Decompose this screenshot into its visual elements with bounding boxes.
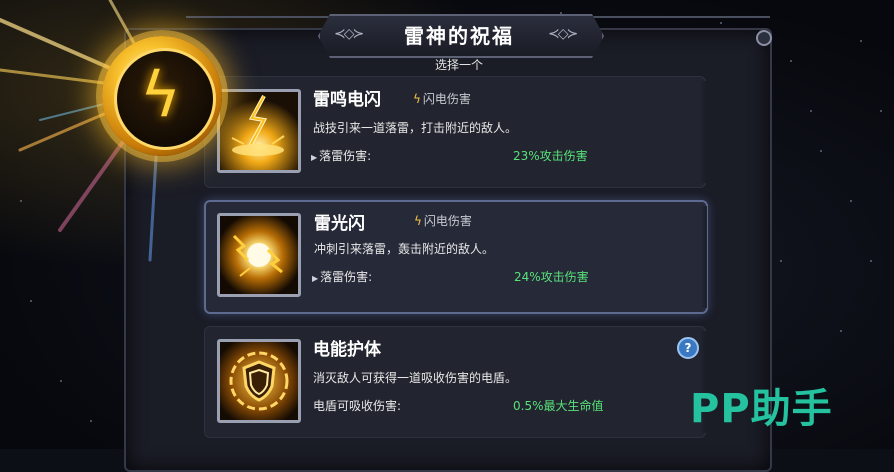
star [790, 60, 792, 62]
corner-gem-icon [756, 30, 772, 46]
panel-subtitle: 选择一个 [434, 58, 483, 72]
stat-value: 0.5%最大生命值 [513, 399, 604, 413]
triangle-icon: ▶ [311, 153, 318, 162]
star [870, 260, 872, 262]
stat-value: 24%攻击伤害 [514, 270, 589, 284]
blessing-card-2[interactable]: 雷光闪 ϟ 闪电伤害 冲刺引来落雷，轰击附近的敌人。 ▶ 落雷伤害: 24%攻击伤害 [204, 200, 708, 314]
bolt-icon: ϟ [413, 92, 421, 106]
star [90, 420, 92, 422]
star [560, 12, 562, 14]
stat-label: 电盾可吸收伤害: [313, 399, 402, 413]
card-description: 消灭敌人可获得一道吸收伤害的电盾。 [313, 371, 518, 385]
help-icon[interactable]: ? [677, 337, 699, 359]
star [820, 150, 822, 152]
panel-title: 雷神的祝福 [404, 24, 514, 48]
star [860, 40, 862, 42]
card-title: 雷鸣电闪 [313, 90, 381, 110]
card-title: 电能护体 [313, 340, 381, 360]
stat-label: ▶ 落雷伤害: [311, 147, 371, 164]
stat-label-text: 落雷伤害: [320, 270, 373, 284]
stat-value: 23%攻击伤害 [513, 149, 588, 163]
star [850, 200, 852, 202]
damage-type-tag: ϟ 闪电伤害 [413, 90, 471, 107]
lightning-bolt-icon: ϟ [140, 58, 181, 131]
blessing-orb: ϟ [0, 0, 222, 262]
card-title: 雷光闪 [314, 214, 365, 234]
triangle-icon: ▶ [312, 274, 319, 283]
bolt-icon: ϟ [414, 214, 422, 228]
damage-type-label: 闪电伤害 [422, 92, 471, 106]
card-description: 战技引来一道落雷，打击附近的敌人。 [313, 121, 518, 135]
star [880, 110, 882, 112]
star [60, 380, 62, 382]
lightning-shield-icon [217, 339, 301, 423]
stat-label-text: 落雷伤害: [319, 149, 372, 163]
watermark-logo: PP助手 [690, 386, 833, 432]
stat-label: ▶ 落雷伤害: [312, 268, 372, 285]
damage-type-label: 闪电伤害 [423, 214, 472, 228]
card-description: 冲刺引来落雷，轰击附近的敌人。 [314, 242, 495, 256]
star [30, 300, 32, 302]
blessing-card-3[interactable]: 电能护体 ? 消灭敌人可获得一道吸收伤害的电盾。 电盾可吸收伤害: 0.5%最大… [204, 326, 706, 438]
star [780, 260, 782, 262]
star [810, 110, 812, 112]
star [840, 330, 842, 332]
damage-type-tag: ϟ 闪电伤害 [414, 212, 472, 229]
blessing-card-1[interactable]: 雷鸣电闪 ϟ 闪电伤害 战技引来一道落雷，打击附近的敌人。 ▶ 落雷伤害: 23%攻… [204, 76, 706, 188]
